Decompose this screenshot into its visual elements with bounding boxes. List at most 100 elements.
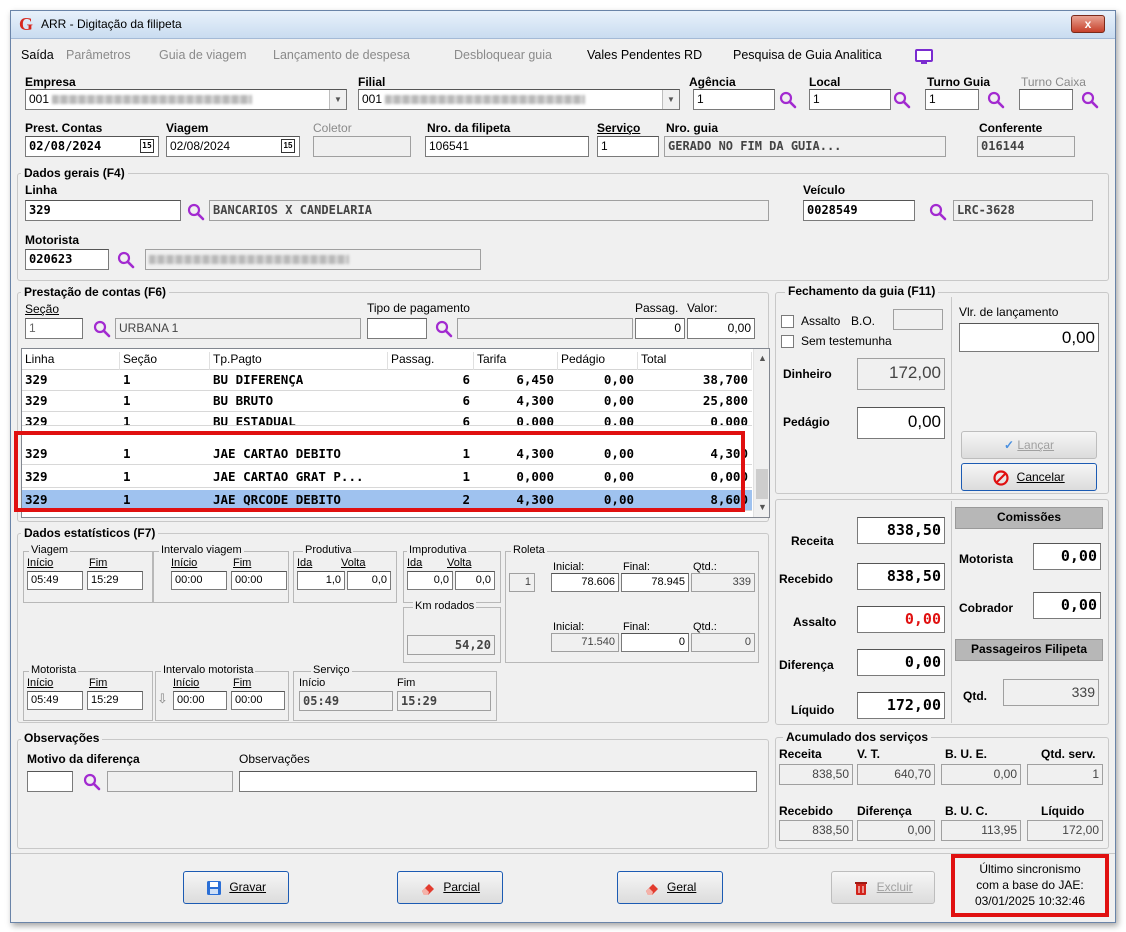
diferenca-input[interactable]: 0,00 bbox=[857, 649, 945, 676]
arrow-down-icon[interactable]: ⇩ bbox=[157, 691, 168, 707]
menu-parametros[interactable]: Parâmetros bbox=[66, 48, 131, 62]
table-row[interactable]: 329 1 BU DIFERENÇA 6 6,450 0,00 38,700 bbox=[22, 370, 752, 391]
empresa-combo[interactable]: 001 ▼ bbox=[25, 89, 347, 110]
menu-saida[interactable]: Saída bbox=[21, 48, 54, 62]
passag-input[interactable]: 0 bbox=[635, 318, 685, 339]
roleta1-inicial-input[interactable]: 78.606 bbox=[551, 573, 619, 592]
title-bar[interactable]: G ARR - Digitação da filipeta x bbox=[11, 11, 1115, 39]
dinheiro-input[interactable]: 172,00 bbox=[857, 358, 945, 390]
search-icon[interactable] bbox=[1081, 91, 1099, 109]
acum-recebido-input[interactable]: 838,50 bbox=[779, 820, 853, 841]
roleta2-inicial-input[interactable]: 71.540 bbox=[551, 633, 619, 652]
acum-qtd-serv-input[interactable]: 1 bbox=[1027, 764, 1103, 785]
com-motorista-input[interactable]: 0,00 bbox=[1033, 543, 1101, 570]
motivo-input[interactable] bbox=[27, 771, 73, 792]
motorista-input[interactable]: 020623 bbox=[25, 249, 109, 270]
chevron-up-icon[interactable]: ▲ bbox=[758, 353, 767, 363]
viagem-fim-input[interactable]: 15:29 bbox=[87, 571, 143, 590]
search-icon[interactable] bbox=[987, 91, 1005, 109]
serv-fim-input[interactable]: 15:29 bbox=[397, 691, 491, 711]
roleta1-qtd-input[interactable]: 339 bbox=[691, 573, 755, 592]
veiculo-input[interactable]: 0028549 bbox=[803, 200, 915, 221]
viagem-date[interactable]: 02/08/2024 15 bbox=[166, 136, 300, 157]
improd-ida-input[interactable]: 0,0 bbox=[407, 571, 453, 590]
search-icon[interactable] bbox=[929, 203, 947, 221]
col-secao[interactable]: Seção bbox=[120, 352, 210, 370]
prod-ida-input[interactable]: 1,0 bbox=[297, 571, 345, 590]
servico-input[interactable]: 1 bbox=[597, 136, 659, 157]
monitor-icon[interactable] bbox=[915, 49, 933, 64]
obs-input[interactable] bbox=[239, 771, 757, 792]
iv-fim-input[interactable]: 00:00 bbox=[231, 571, 287, 590]
parcial-button[interactable]: Parcial bbox=[397, 871, 503, 904]
col-total[interactable]: Total bbox=[638, 352, 752, 370]
roleta1-final-input[interactable]: 78.945 bbox=[621, 573, 689, 592]
acum-diferenca-input[interactable]: 0,00 bbox=[857, 820, 935, 841]
agencia-input[interactable]: 1 bbox=[693, 89, 775, 110]
close-button[interactable]: x bbox=[1071, 15, 1105, 33]
bo-input[interactable] bbox=[893, 309, 943, 330]
search-icon[interactable] bbox=[117, 251, 135, 269]
local-input[interactable]: 1 bbox=[809, 89, 891, 110]
search-icon[interactable] bbox=[779, 91, 797, 109]
excluir-button[interactable]: Excluir bbox=[831, 871, 935, 904]
menu-desbloquear-guia[interactable]: Desbloquear guia bbox=[454, 48, 552, 62]
improd-volta-input[interactable]: 0,0 bbox=[455, 571, 495, 590]
roleta-num-input[interactable]: 1 bbox=[509, 573, 535, 592]
acum-receita-input[interactable]: 838,50 bbox=[779, 764, 853, 785]
conferente-input[interactable]: 016144 bbox=[977, 136, 1075, 157]
acum-buc-input[interactable]: 113,95 bbox=[941, 820, 1021, 841]
linha-input[interactable]: 329 bbox=[25, 200, 181, 221]
prod-volta-input[interactable]: 0,0 bbox=[347, 571, 391, 590]
acum-liquido-input[interactable]: 172,00 bbox=[1027, 820, 1103, 841]
km-input[interactable]: 54,20 bbox=[407, 635, 495, 655]
search-icon[interactable] bbox=[83, 773, 101, 791]
im-inicio-input[interactable]: 00:00 bbox=[173, 691, 227, 710]
menu-vales-pendentes[interactable]: Vales Pendentes RD bbox=[587, 48, 702, 62]
sem-testemunha-checkbox[interactable] bbox=[781, 335, 794, 348]
col-tarifa[interactable]: Tarifa bbox=[474, 352, 558, 370]
chevron-down-icon[interactable]: ▼ bbox=[758, 502, 767, 512]
mot-inicio-input[interactable]: 05:49 bbox=[27, 691, 83, 710]
vlr-lancamento-input[interactable]: 0,00 bbox=[959, 323, 1099, 352]
filial-combo[interactable]: 001 ▼ bbox=[358, 89, 680, 110]
col-pedagio[interactable]: Pedágio bbox=[558, 352, 638, 370]
search-icon[interactable] bbox=[435, 320, 453, 338]
im-fim-input[interactable]: 00:00 bbox=[231, 691, 285, 710]
mot-fim-input[interactable]: 15:29 bbox=[87, 691, 143, 710]
grid-scrollbar[interactable]: ▲ ▼ bbox=[753, 349, 769, 517]
iv-inicio-input[interactable]: 00:00 bbox=[171, 571, 227, 590]
acum-bue-input[interactable]: 0,00 bbox=[941, 764, 1021, 785]
menu-lancamento-despesa[interactable]: Lançamento de despesa bbox=[273, 48, 410, 62]
nro-filipeta-input[interactable]: 106541 bbox=[425, 136, 589, 157]
valor-input[interactable]: 0,00 bbox=[687, 318, 755, 339]
turno-guia-input[interactable]: 1 bbox=[925, 89, 979, 110]
table-row[interactable]: 329 1 BU BRUTO 6 4,300 0,00 25,800 bbox=[22, 391, 752, 412]
roleta2-qtd-input[interactable]: 0 bbox=[691, 633, 755, 652]
gravar-button[interactable]: Gravar bbox=[183, 871, 289, 904]
assalto-total-input[interactable]: 0,00 bbox=[857, 606, 945, 633]
menu-guia-viagem[interactable]: Guia de viagem bbox=[159, 48, 247, 62]
calendar-icon[interactable]: 15 bbox=[281, 139, 295, 153]
chevron-down-icon[interactable]: ▼ bbox=[329, 90, 346, 109]
tipo-pagamento-input[interactable] bbox=[367, 318, 427, 339]
roleta2-final-input[interactable]: 0 bbox=[621, 633, 689, 652]
prest-contas-date[interactable]: 02/08/2024 15 bbox=[25, 136, 159, 157]
table-row[interactable]: 329 1 BU ESTADUAL 6 0,000 0,00 0,000 bbox=[22, 412, 752, 426]
col-linha[interactable]: Linha bbox=[22, 352, 120, 370]
liquido-input[interactable]: 172,00 bbox=[857, 692, 945, 719]
chevron-down-icon[interactable]: ▼ bbox=[662, 90, 679, 109]
acum-vt-input[interactable]: 640,70 bbox=[857, 764, 935, 785]
search-icon[interactable] bbox=[893, 91, 911, 109]
turno-caixa-input[interactable] bbox=[1019, 89, 1073, 110]
com-cobrador-input[interactable]: 0,00 bbox=[1033, 592, 1101, 619]
geral-button[interactable]: Geral bbox=[617, 871, 723, 904]
lancar-button[interactable]: ✓ Lançar bbox=[961, 431, 1097, 459]
serv-inicio-input[interactable]: 05:49 bbox=[299, 691, 393, 711]
scrollbar-thumb[interactable] bbox=[756, 469, 768, 499]
calendar-icon[interactable]: 15 bbox=[140, 139, 154, 153]
nro-guia-input[interactable]: GERADO NO FIM DA GUIA... bbox=[664, 136, 946, 157]
secao-input[interactable]: 1 bbox=[25, 318, 83, 339]
receita-input[interactable]: 838,50 bbox=[857, 517, 945, 544]
pedagio-input[interactable]: 0,00 bbox=[857, 407, 945, 439]
